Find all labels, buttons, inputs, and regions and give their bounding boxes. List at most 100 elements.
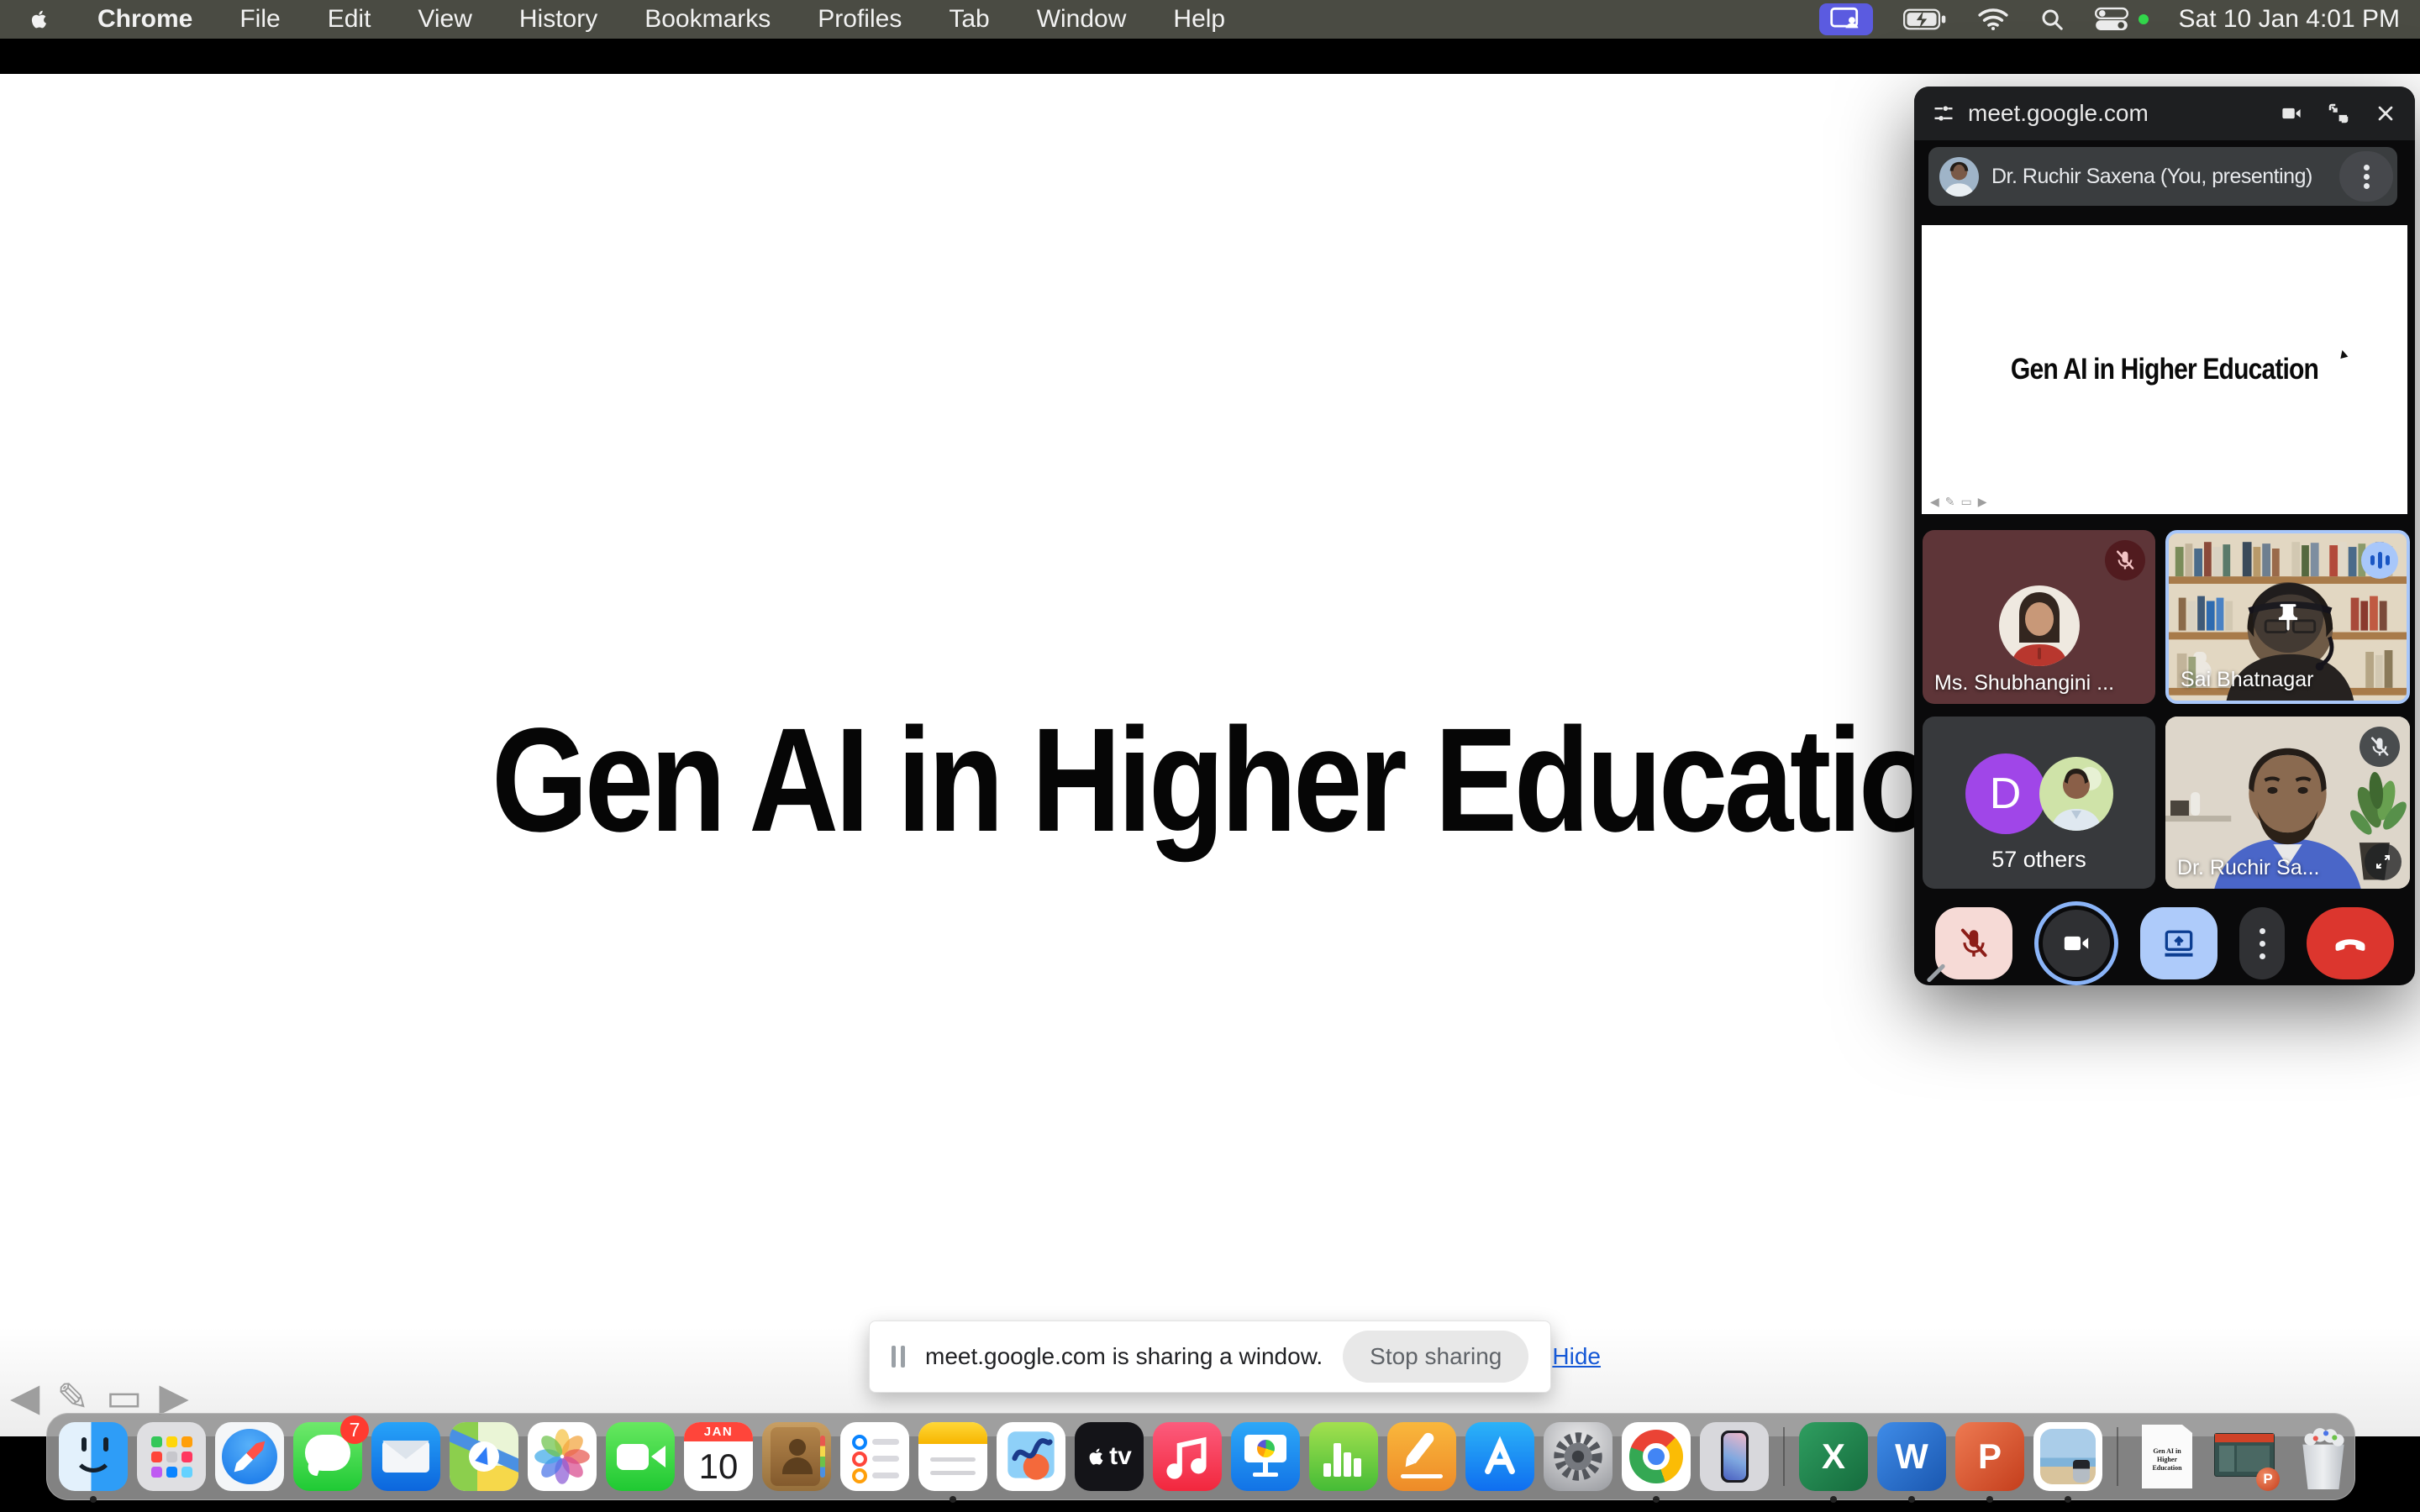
close-icon[interactable]	[2373, 101, 2398, 126]
menu-bar-clock[interactable]: Sat 10 Jan 4:01 PM	[2179, 5, 2401, 34]
desktop-screen: Chrome File Edit View History Bookmarks Profil…	[0, 0, 2420, 1512]
participant-tile-others[interactable]: D 57 others	[1923, 717, 2155, 889]
camera-toggle-icon[interactable]	[2279, 101, 2304, 126]
participant-name: Ms. Shubhangini ...	[1934, 671, 2114, 696]
control-center-icon[interactable]	[2095, 7, 2149, 32]
pinned-icon	[2253, 582, 2323, 653]
menu-bar: Chrome File Edit View History Bookmarks Profil…	[0, 0, 2420, 39]
dock-finder[interactable]	[59, 1422, 128, 1491]
pause-icon	[892, 1346, 905, 1368]
dock-keynote[interactable]	[1231, 1422, 1300, 1491]
expand-tile-icon[interactable]	[2365, 843, 2402, 880]
next-slide-icon[interactable]: ▶	[159, 1378, 188, 1416]
menu-bar-left: Chrome File Edit View History Bookmarks Profil…	[29, 5, 1225, 34]
numbers-icon	[1309, 1422, 1378, 1491]
menu-item-file[interactable]: File	[239, 5, 280, 34]
dock-photos[interactable]	[528, 1422, 597, 1491]
screen-sharing-status-icon[interactable]	[1819, 3, 1873, 35]
menu-item-history[interactable]: History	[519, 5, 597, 34]
participant-tile-shubhangini[interactable]: Ms. Shubhangini ...	[1923, 530, 2155, 704]
dock-maps[interactable]	[450, 1422, 518, 1491]
dock-facetime[interactable]	[606, 1422, 675, 1491]
participant-tile-sai-bhatnagar[interactable]: Sai Bhatnagar	[2165, 530, 2410, 704]
dock-numbers[interactable]	[1309, 1422, 1378, 1491]
others-count-label: 57 others	[1923, 847, 2155, 873]
wifi-icon[interactable]	[1977, 7, 2009, 32]
menu-item-window[interactable]: Window	[1037, 5, 1127, 34]
menu-item-tab[interactable]: Tab	[949, 5, 989, 34]
others-avatars: D	[1965, 753, 2113, 834]
dock-safari[interactable]	[215, 1422, 284, 1491]
running-indicator	[90, 1496, 97, 1503]
dock-ppt-file[interactable]: P	[2211, 1422, 2280, 1491]
dock-preview[interactable]	[2033, 1422, 2102, 1491]
shared-screen-preview[interactable]: Gen AI in Higher Education ◀✎▭▶ ▲	[1922, 225, 2407, 514]
prev-slide-icon[interactable]: ◀	[10, 1378, 39, 1416]
participant-name: Dr. Ruchir Sa...	[2177, 856, 2320, 880]
running-indicator	[1986, 1496, 1993, 1503]
dock-appstore[interactable]	[1465, 1422, 1534, 1491]
participant-avatar	[1999, 585, 2080, 666]
pen-tool-icon[interactable]: ✎	[56, 1378, 89, 1416]
menu-item-view[interactable]: View	[418, 5, 471, 34]
end-call-button[interactable]	[2307, 907, 2394, 979]
dock-powerpoint[interactable]: P	[1955, 1422, 2024, 1491]
present-screen-button[interactable]	[2140, 907, 2217, 979]
trash-icon	[2289, 1422, 2358, 1491]
slide-overview-icon[interactable]: ▭	[106, 1378, 142, 1416]
dock-excel[interactable]: X	[1799, 1422, 1868, 1491]
picture-in-picture-icon[interactable]	[2326, 101, 2351, 126]
running-indicator	[950, 1496, 956, 1503]
dock-word[interactable]: W	[1877, 1422, 1946, 1491]
presenter-banner[interactable]: Dr. Ruchir Saxena (You, presenting)	[1928, 147, 2397, 206]
meet-window-header[interactable]: meet.google.com	[1914, 87, 2415, 140]
presentation-controls: ◀ ✎ ▭ ▶	[10, 1378, 189, 1416]
spotlight-search-icon[interactable]	[2039, 7, 2065, 32]
presenter-avatar	[1939, 157, 1979, 197]
dock-calendar[interactable]: JAN10	[684, 1422, 753, 1491]
presenter-more-options-icon[interactable]	[2339, 151, 2393, 202]
dock-document[interactable]: Gen AI in Higher Education	[2133, 1422, 2202, 1491]
dock-mail[interactable]	[371, 1422, 440, 1491]
dock-trash[interactable]	[2289, 1422, 2358, 1491]
hide-link[interactable]: Hide	[1552, 1343, 1601, 1370]
menu-item-chrome[interactable]: Chrome	[97, 5, 192, 34]
stop-sharing-button[interactable]: Stop sharing	[1343, 1331, 1528, 1383]
speaking-indicator-icon	[2361, 542, 2398, 579]
notes-icon	[918, 1422, 987, 1491]
participant-tiles: Ms. Shubhangini ...	[1923, 530, 2410, 889]
meet-window-title: meet.google.com	[1968, 100, 2149, 127]
menu-item-edit[interactable]: Edit	[328, 5, 371, 34]
dock: 7JAN10tvXWPGen AI in Higher EducationP	[46, 1413, 2355, 1500]
apple-menu-icon[interactable]	[29, 7, 50, 32]
mic-muted-button[interactable]	[1935, 907, 2012, 979]
slide-title: Gen AI in Higher Education	[492, 696, 2003, 865]
menu-item-profiles[interactable]: Profiles	[818, 5, 902, 34]
menu-item-bookmarks[interactable]: Bookmarks	[644, 5, 771, 34]
dock-chrome[interactable]	[1622, 1422, 1691, 1491]
settings-icon	[1544, 1422, 1612, 1491]
dock-pages[interactable]	[1387, 1422, 1456, 1491]
camera-on-button[interactable]	[2034, 901, 2118, 985]
participant-tile-ruchir[interactable]: Dr. Ruchir Sa...	[2165, 717, 2410, 889]
more-options-button[interactable]	[2239, 907, 2285, 979]
dock-reminders[interactable]	[840, 1422, 909, 1491]
dock-iphone-mirroring[interactable]	[1700, 1422, 1769, 1491]
dock-settings[interactable]	[1544, 1422, 1612, 1491]
preview-slide-title: Gen AI in Higher Education	[1955, 353, 2373, 386]
dock-freeform[interactable]	[997, 1422, 1065, 1491]
finder-icon	[59, 1422, 128, 1491]
dock-notes[interactable]	[918, 1422, 987, 1491]
menu-item-help[interactable]: Help	[1173, 5, 1225, 34]
dock-messages[interactable]: 7	[293, 1422, 362, 1491]
dock-launchpad[interactable]	[137, 1422, 206, 1491]
excel-icon: X	[1799, 1422, 1868, 1491]
dock-contacts[interactable]	[762, 1422, 831, 1491]
tune-icon[interactable]	[1931, 101, 1956, 126]
dock-appletv[interactable]: tv	[1075, 1422, 1144, 1491]
facetime-icon	[606, 1422, 675, 1491]
avatar-initial: D	[1965, 753, 2046, 834]
photos-icon	[528, 1422, 597, 1491]
dock-music[interactable]	[1153, 1422, 1222, 1491]
battery-charging-icon[interactable]	[1903, 8, 1947, 30]
